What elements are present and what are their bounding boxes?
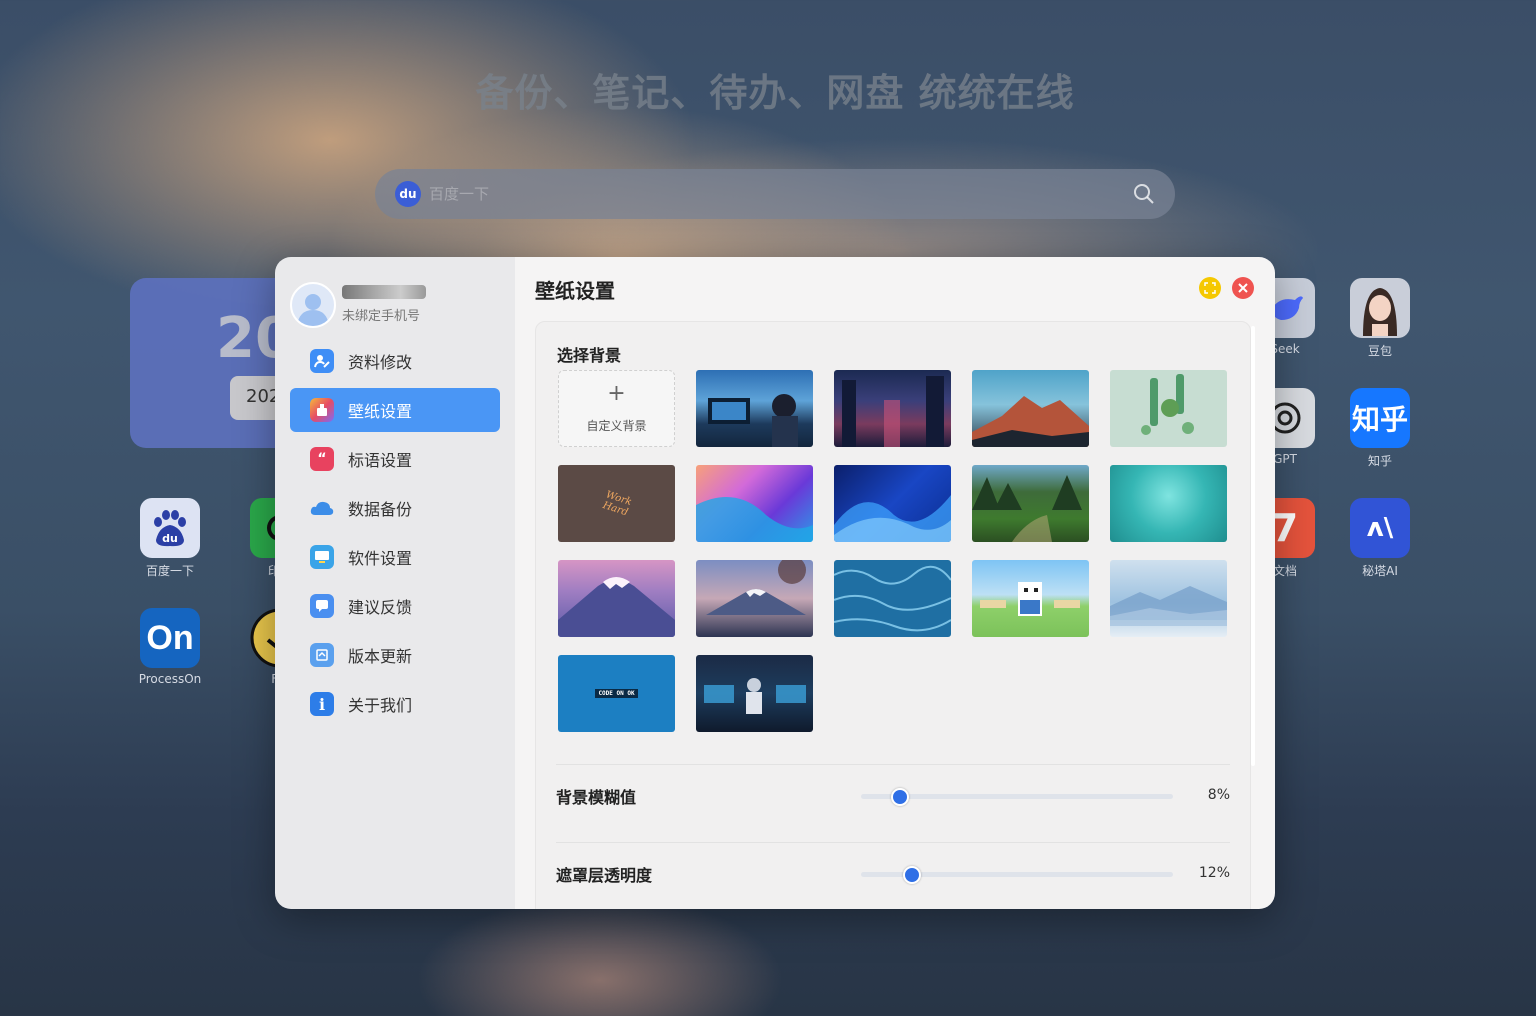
menu-label: 软件设置 — [348, 549, 413, 568]
app-label: 知乎 — [1367, 454, 1392, 468]
mask-opacity-slider-value: 12% — [1198, 865, 1230, 881]
wallpaper-icon — [310, 398, 334, 422]
mask-opacity-slider-knob[interactable] — [903, 866, 922, 884]
app-label: 百度一下 — [145, 564, 194, 578]
cloud-backup-icon — [310, 496, 334, 520]
user-name-redacted — [342, 285, 426, 299]
wallpaper-thumb-teal-sparkles[interactable] — [1110, 465, 1227, 542]
blur-slider-row: 背景模糊值 8% — [556, 782, 1230, 812]
wallpaper-thumb-cyber-coder[interactable] — [696, 655, 813, 732]
wallpaper-thumb-purple-waves[interactable] — [696, 465, 813, 542]
menu-item-feedback[interactable]: 建议反馈 — [290, 584, 500, 628]
menu-item-version-update[interactable]: 版本更新 — [290, 633, 500, 677]
settings-main: 壁纸设置 选择背景 + 自定义背景 Work Hard CODE ON OK 背… — [515, 257, 1275, 909]
panel-scrollbar[interactable] — [1251, 326, 1255, 766]
user-box[interactable]: 未绑定手机号 — [275, 257, 515, 337]
menu-label: 关于我们 — [348, 696, 413, 715]
app-tile[interactable]: On ProcessOn — [130, 608, 210, 686]
menu-label: 资料修改 — [348, 353, 413, 372]
user-phone-status: 未绑定手机号 — [342, 309, 421, 324]
baidu-paw-icon: du — [140, 498, 200, 558]
page-title: 壁纸设置 — [535, 279, 615, 303]
svg-text:du: du — [162, 532, 178, 545]
divider — [556, 764, 1230, 765]
close-button[interactable] — [1232, 277, 1254, 299]
wallpaper-thumb-anime-coder[interactable] — [696, 370, 813, 447]
wallpaper-thumb-pixel-cartoon[interactable] — [972, 560, 1089, 637]
plus-icon: + — [607, 381, 626, 406]
menu-item-software-settings[interactable]: 软件设置 — [290, 535, 500, 579]
app-label: ProcessOn — [138, 672, 202, 686]
user-avatar-icon — [297, 293, 329, 326]
menu-label: 数据备份 — [348, 500, 413, 519]
menu-label: 建议反馈 — [348, 598, 413, 617]
app-tile[interactable]: du 百度一下 — [130, 498, 210, 579]
blur-slider-label: 背景模糊值 — [556, 788, 637, 807]
blur-slider-knob[interactable] — [890, 788, 909, 806]
menu-item-backup[interactable]: 数据备份 — [290, 486, 500, 530]
wallpaper-text: Work Hard — [600, 488, 633, 518]
search-input[interactable] — [429, 185, 1133, 203]
fullscreen-icon — [1204, 282, 1216, 294]
software-settings-icon — [310, 545, 334, 569]
menu-item-profile[interactable]: 资料修改 — [290, 339, 500, 383]
mask-opacity-slider-row: 遮罩层透明度 12% — [556, 860, 1230, 890]
menu-label: 版本更新 — [348, 647, 413, 666]
info-icon: i — [310, 692, 334, 716]
version-update-icon — [310, 643, 334, 667]
menu-item-about[interactable]: i 关于我们 — [290, 682, 500, 726]
wallpaper-text: CODE ON OK — [595, 689, 638, 698]
close-icon — [1238, 283, 1248, 293]
blur-slider-value: 8% — [1207, 787, 1230, 803]
wallpaper-thumb-water-caustics[interactable] — [834, 560, 951, 637]
custom-background-button[interactable]: + 自定义背景 — [558, 370, 675, 447]
settings-sidebar: 未绑定手机号 资料修改 壁纸设置 “ 标语设置 数据备份 软件设置 建议反馈 版… — [275, 257, 515, 909]
profile-edit-icon — [310, 349, 334, 373]
app-tile[interactable]: ʌ\ 秘塔AI — [1340, 498, 1420, 579]
custom-background-label: 自定义背景 — [586, 419, 647, 433]
divider — [556, 842, 1230, 843]
slogan-quote-icon: “ — [310, 447, 334, 471]
mask-opacity-slider-label: 遮罩层透明度 — [556, 866, 653, 885]
user-avatar[interactable] — [290, 281, 336, 328]
fullscreen-button[interactable] — [1199, 277, 1221, 299]
menu-item-wallpaper[interactable]: 壁纸设置 — [290, 388, 500, 432]
search-bar[interactable]: du — [375, 169, 1175, 219]
search-icon[interactable] — [1133, 183, 1155, 205]
wallpaper-thumb-fuji-sakura[interactable] — [696, 560, 813, 637]
wallpaper-thumb-blue-waves[interactable] — [834, 465, 951, 542]
settings-menu: 资料修改 壁纸设置 “ 标语设置 数据备份 软件设置 建议反馈 版本更新 i 关… — [275, 339, 515, 726]
wallpaper-thumb-work-hard[interactable]: Work Hard — [558, 465, 675, 542]
feedback-icon — [310, 594, 334, 618]
zhihu-icon: 知乎 — [1350, 388, 1410, 448]
wallpaper-thumb-misty-mountains[interactable] — [1110, 560, 1227, 637]
blur-slider-track[interactable] — [861, 788, 1173, 806]
menu-item-slogan[interactable]: “ 标语设置 — [290, 437, 500, 481]
menu-label: 壁纸设置 — [348, 402, 413, 421]
baidu-logo-icon: du — [395, 181, 421, 207]
wallpaper-thumb-forest-meadow[interactable] — [972, 465, 1089, 542]
wallpaper-thumb-fuji-purple[interactable] — [558, 560, 675, 637]
wallpaper-thumb-mountain-sunset[interactable] — [972, 370, 1089, 447]
app-label: 豆包 — [1367, 344, 1392, 358]
headline: 备份、笔记、待办、网盘 统统在线 — [475, 71, 1075, 115]
wallpaper-thumb-hanging-scrolls[interactable] — [1110, 370, 1227, 447]
wallpaper-thumb-code-on[interactable]: CODE ON OK — [558, 655, 675, 732]
menu-label: 标语设置 — [348, 451, 413, 470]
app-label: 秘塔AI — [1362, 564, 1398, 578]
mask-opacity-slider-track[interactable] — [861, 866, 1173, 884]
processon-icon: On — [140, 608, 200, 668]
settings-modal: 未绑定手机号 资料修改 壁纸设置 “ 标语设置 数据备份 软件设置 建议反馈 版… — [275, 257, 1275, 909]
doubao-avatar-icon — [1350, 278, 1410, 338]
wallpaper-thumb-neon-city[interactable] — [834, 370, 951, 447]
wallpaper-panel: 选择背景 + 自定义背景 Work Hard CODE ON OK 背景模糊值 … — [535, 321, 1255, 909]
section-title: 选择背景 — [557, 346, 622, 365]
app-tile[interactable]: 知乎 知乎 — [1340, 388, 1420, 469]
app-tile[interactable]: 豆包 — [1340, 278, 1420, 359]
metaso-icon: ʌ\ — [1350, 498, 1410, 558]
